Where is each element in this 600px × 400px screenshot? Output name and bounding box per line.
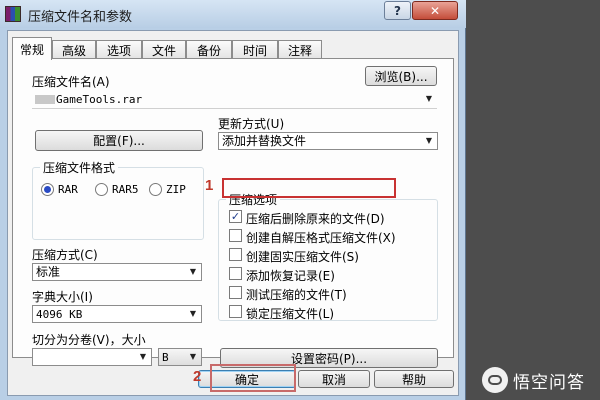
split-volumes-label: 切分为分卷(V)，大小 xyxy=(32,333,146,347)
close-caption-button[interactable]: ✕ xyxy=(412,1,458,20)
option-checkbox-sfx[interactable] xyxy=(229,229,242,242)
split-unit-value: B xyxy=(162,351,169,364)
format-radio-rar5[interactable] xyxy=(95,183,108,196)
format-label-rar[interactable]: RAR xyxy=(58,183,78,196)
chevron-down-icon[interactable]: ▼ xyxy=(185,349,201,365)
option-checkbox-recovery[interactable] xyxy=(229,267,242,280)
update-mode-label: 更新方式(U) xyxy=(218,117,285,131)
help-caption-button[interactable]: ? xyxy=(384,1,411,20)
winrar-books-icon xyxy=(5,6,21,22)
update-mode-value: 添加并替换文件 xyxy=(222,134,307,148)
cancel-button[interactable]: 取消 xyxy=(298,370,370,388)
archive-name-value: GameTools.rar xyxy=(56,93,143,106)
tab-general[interactable]: 常规 xyxy=(12,37,52,60)
method-value: 标准 xyxy=(36,265,61,279)
split-unit-select[interactable]: B ▼ xyxy=(158,348,202,366)
dialog-client-area: 常规 高级 选项 文件 备份 时间 注释 压缩文件名(A) 浏览(B)... G… xyxy=(7,30,459,396)
tab-advanced[interactable]: 高级 xyxy=(52,40,96,59)
options-group-title: 压缩选项 xyxy=(226,191,281,208)
watermark: 悟空问答 xyxy=(482,367,585,393)
format-radio-rar[interactable] xyxy=(41,183,54,196)
chevron-down-icon[interactable]: ▼ xyxy=(185,306,201,322)
radio-selected-dot xyxy=(44,186,51,193)
tab-time[interactable]: 时间 xyxy=(232,40,278,59)
set-password-button[interactable]: 设置密码(P)... xyxy=(220,348,438,368)
update-mode-select[interactable]: 添加并替换文件 ▼ xyxy=(218,132,438,150)
dictionary-select[interactable]: 4096 KB ▼ xyxy=(32,305,202,323)
watermark-text: 悟空问答 xyxy=(513,372,585,393)
profiles-button[interactable]: 配置(F)... xyxy=(35,130,203,151)
format-radio-zip[interactable] xyxy=(149,183,162,196)
option-label-test[interactable]: 测试压缩的文件(T) xyxy=(246,286,347,303)
window-title: 压缩文件名和参数 xyxy=(28,10,133,25)
format-label-zip[interactable]: ZIP xyxy=(166,183,186,196)
dictionary-value: 4096 KB xyxy=(36,308,83,321)
archive-name-combo[interactable]: GameTools.rar ▼ xyxy=(32,91,437,109)
archive-name-label: 压缩文件名(A) xyxy=(32,75,110,89)
ok-button[interactable]: 确定 xyxy=(198,370,296,388)
format-label-rar5[interactable]: RAR5 xyxy=(112,183,139,196)
format-group-title: 压缩文件格式 xyxy=(40,159,119,176)
option-checkbox-test[interactable] xyxy=(229,286,242,299)
help-button[interactable]: 帮助 xyxy=(374,370,454,388)
tab-backup[interactable]: 备份 xyxy=(186,40,232,59)
browse-button[interactable]: 浏览(B)... xyxy=(365,66,437,86)
chevron-down-icon[interactable]: ▼ xyxy=(135,349,151,365)
tab-options[interactable]: 选项 xyxy=(96,40,142,59)
title-bar[interactable]: 压缩文件名和参数 ? ✕ xyxy=(0,0,466,28)
redacted-prefix xyxy=(35,95,55,104)
tab-files[interactable]: 文件 xyxy=(142,40,186,59)
annotation-marker-1: 1 xyxy=(205,177,214,194)
dialog-window: 压缩文件名和参数 ? ✕ 常规 高级 选项 文件 备份 时间 注释 压缩文件名(… xyxy=(0,0,466,400)
split-size-combo[interactable]: ▼ xyxy=(32,348,152,366)
method-select[interactable]: 标准 ▼ xyxy=(32,263,202,281)
option-checkbox-solid[interactable] xyxy=(229,248,242,261)
option-label-solid[interactable]: 创建固实压缩文件(S) xyxy=(246,248,359,265)
option-label-sfx[interactable]: 创建自解压格式压缩文件(X) xyxy=(246,229,396,246)
option-label-lock[interactable]: 锁定压缩文件(L) xyxy=(246,305,334,322)
option-checkbox-delete-after[interactable]: ✓ xyxy=(229,210,242,223)
dictionary-label: 字典大小(I) xyxy=(32,290,93,304)
general-tab-panel: 压缩文件名(A) 浏览(B)... GameTools.rar ▼ 更新方式(U… xyxy=(12,58,454,368)
option-label-delete-after[interactable]: 压缩后删除原来的文件(D) xyxy=(246,210,385,227)
wukong-logo-icon xyxy=(482,367,508,393)
tab-comment[interactable]: 注释 xyxy=(278,40,322,59)
option-label-recovery[interactable]: 添加恢复记录(E) xyxy=(246,267,335,284)
format-groupbox xyxy=(32,167,204,240)
annotation-marker-2: 2 xyxy=(193,368,202,385)
chevron-down-icon[interactable]: ▼ xyxy=(421,133,437,149)
chevron-down-icon[interactable]: ▼ xyxy=(421,91,437,107)
chevron-down-icon[interactable]: ▼ xyxy=(185,264,201,280)
method-label: 压缩方式(C) xyxy=(32,248,98,262)
option-checkbox-lock[interactable] xyxy=(229,305,242,318)
